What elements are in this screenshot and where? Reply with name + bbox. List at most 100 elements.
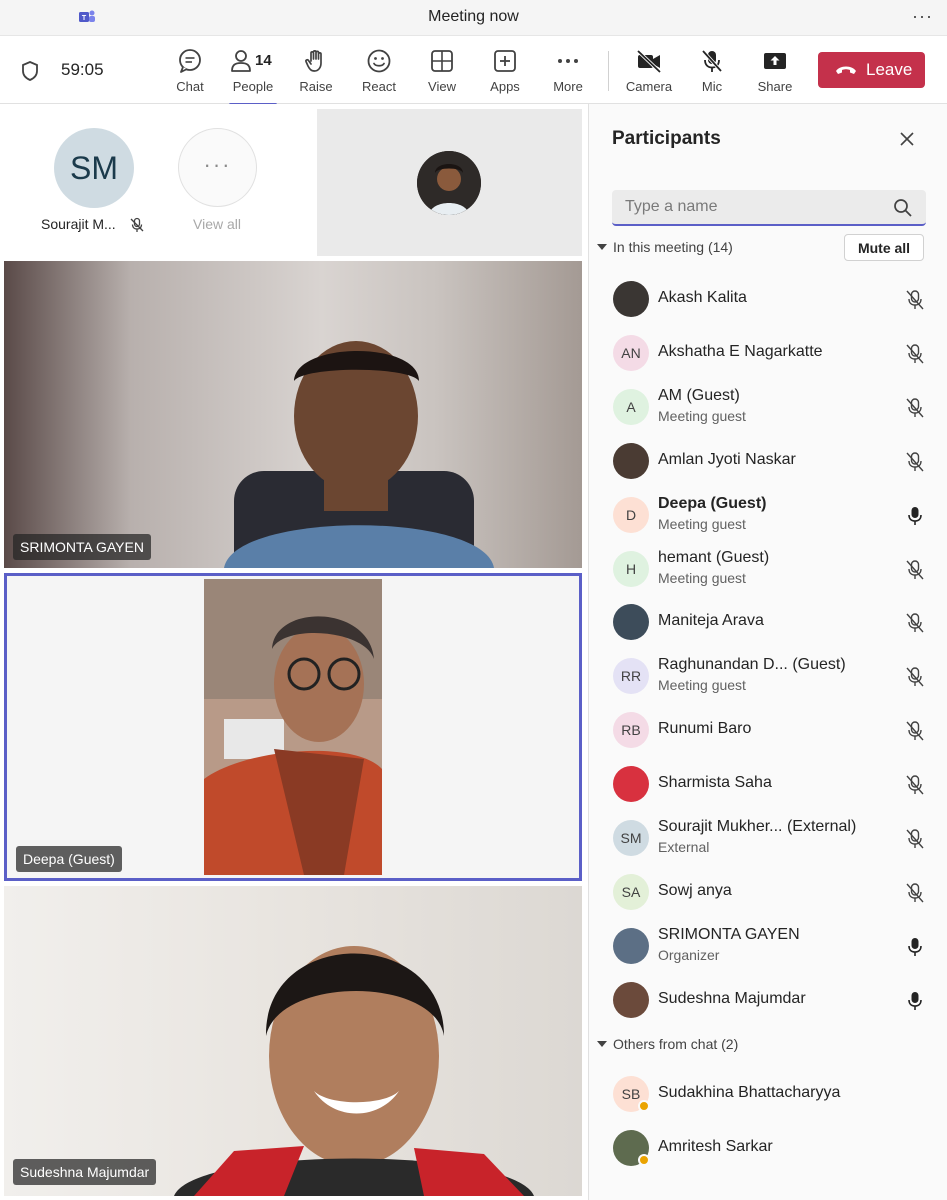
participant-name: AM (Guest) bbox=[658, 386, 740, 404]
mic-muted-icon[interactable] bbox=[904, 289, 926, 311]
participant-name: Sourajit M... bbox=[41, 216, 116, 232]
mic-muted-icon[interactable] bbox=[904, 343, 926, 365]
participant-name: Sudeshna Majumdar bbox=[658, 989, 806, 1007]
participant-row[interactable]: AN Akshatha E Nagarkatte bbox=[589, 327, 947, 379]
shield-icon[interactable] bbox=[20, 60, 40, 82]
raise-hand-button[interactable]: Raise bbox=[286, 46, 346, 100]
participant-video bbox=[204, 579, 382, 875]
participant-name: SRIMONTA GAYEN bbox=[658, 925, 800, 943]
mic-muted-icon[interactable] bbox=[904, 451, 926, 473]
participant-row[interactable]: Maniteja Arava bbox=[589, 596, 947, 648]
mic-muted-icon[interactable] bbox=[904, 882, 926, 904]
chevron-down-icon bbox=[597, 244, 607, 250]
participant-row[interactable]: RR Raghunandan D... (Guest) Meeting guest bbox=[589, 650, 947, 702]
hand-icon bbox=[305, 50, 322, 72]
people-button[interactable]: 14 People bbox=[223, 46, 283, 106]
in-meeting-label: In this meeting (14) bbox=[613, 239, 733, 255]
participant-row[interactable]: SM Sourajit Mukher... (External) External bbox=[589, 812, 947, 864]
participant-row[interactable]: RB Runumi Baro bbox=[589, 704, 947, 756]
self-video-tile[interactable] bbox=[317, 109, 582, 256]
participant-avatar bbox=[613, 927, 649, 964]
camera-button[interactable]: Camera bbox=[619, 46, 679, 100]
react-button[interactable]: React bbox=[349, 46, 409, 100]
participant-avatar: SM bbox=[613, 820, 649, 856]
participant-row[interactable]: A AM (Guest) Meeting guest bbox=[589, 381, 947, 433]
mic-on-icon[interactable] bbox=[904, 936, 926, 958]
mic-on-icon[interactable] bbox=[904, 505, 926, 527]
video-stage: SM Sourajit M... ··· View all SRIMONTA G… bbox=[0, 104, 588, 1200]
mic-muted-icon[interactable] bbox=[904, 774, 926, 796]
participant-avatar bbox=[613, 604, 649, 641]
mic-muted-icon[interactable] bbox=[904, 666, 926, 688]
video-tile-deepa[interactable]: Deepa (Guest) bbox=[4, 573, 582, 881]
participant-name: Amlan Jyoti Naskar bbox=[658, 450, 796, 468]
meeting-toolbar: 59:05 Chat 14 People Raise React View Ap… bbox=[0, 36, 947, 106]
participant-name: Raghunandan D... (Guest) bbox=[658, 656, 846, 674]
meeting-timer: 59:05 bbox=[61, 60, 104, 79]
participant-name: Sudakhina Bhattacharyya bbox=[658, 1084, 841, 1101]
participant-row[interactable]: Amlan Jyoti Naskar bbox=[589, 435, 947, 487]
leave-button[interactable]: Leave bbox=[818, 52, 925, 88]
search-icon[interactable] bbox=[893, 198, 913, 218]
react-label: React bbox=[362, 79, 396, 94]
participant-name: Deepa (Guest) bbox=[658, 494, 767, 512]
participants-panel: Participants In this meeting (14) Mute a… bbox=[588, 104, 947, 1200]
tile-name-badge: SRIMONTA GAYEN bbox=[13, 534, 151, 560]
away-status-icon bbox=[638, 1154, 650, 1166]
participant-avatar: AN bbox=[613, 334, 649, 371]
leave-label: Leave bbox=[866, 60, 913, 79]
grid-view-icon bbox=[431, 50, 453, 72]
apps-button[interactable]: Apps bbox=[475, 46, 535, 100]
mic-muted-icon[interactable] bbox=[904, 612, 926, 634]
participant-avatar: A bbox=[613, 388, 649, 425]
participant-row[interactable]: Sudeshna Majumdar bbox=[589, 974, 947, 1026]
participant-row[interactable]: Akash Kalita bbox=[589, 273, 947, 325]
mic-on-icon[interactable] bbox=[904, 990, 926, 1012]
participant-row[interactable]: Hhemant (Guest) Meeting guest bbox=[589, 543, 947, 595]
search-input[interactable] bbox=[625, 198, 885, 216]
video-tile-srimonta[interactable]: SRIMONTA GAYEN bbox=[4, 261, 582, 568]
video-tile-sudeshna[interactable]: Sudeshna Majumdar bbox=[4, 886, 582, 1196]
mic-muted-icon[interactable] bbox=[904, 559, 926, 581]
chat-member-row[interactable]: Amritesh Sarkar bbox=[589, 1122, 947, 1174]
share-button[interactable]: Share bbox=[745, 46, 805, 100]
add-app-icon bbox=[494, 50, 516, 72]
participant-name: hemant (Guest) bbox=[658, 548, 770, 566]
mic-muted-icon[interactable] bbox=[904, 720, 926, 742]
self-avatar bbox=[417, 151, 481, 215]
participant-avatar bbox=[613, 766, 649, 803]
mic-off-icon bbox=[701, 49, 723, 73]
participant-video bbox=[174, 946, 534, 1196]
camera-label: Camera bbox=[625, 79, 673, 94]
participant-avatar[interactable]: SM bbox=[54, 128, 134, 208]
window-title: Meeting now bbox=[428, 8, 519, 25]
mic-muted-icon[interactable] bbox=[904, 828, 926, 850]
more-options-icon[interactable]: ··· bbox=[912, 6, 933, 27]
mute-all-button[interactable]: Mute all bbox=[844, 234, 924, 261]
chat-button[interactable]: Chat bbox=[160, 46, 220, 100]
people-count-badge: 14 bbox=[255, 52, 272, 69]
close-icon[interactable] bbox=[898, 130, 916, 148]
more-button[interactable]: More bbox=[538, 46, 598, 100]
participant-avatar: H bbox=[613, 550, 649, 587]
hang-up-icon bbox=[836, 66, 856, 74]
others-header[interactable]: Others from chat (2) bbox=[597, 1036, 738, 1052]
chat-member-row[interactable]: SB Sudakhina Bhattacharyya bbox=[589, 1068, 947, 1120]
participant-avatar: D bbox=[613, 496, 649, 533]
mic-button[interactable]: Mic bbox=[682, 46, 742, 100]
chevron-down-icon bbox=[597, 1041, 607, 1047]
view-button[interactable]: View bbox=[412, 46, 472, 100]
participant-row[interactable]: D Deepa (Guest) Meeting guest bbox=[589, 489, 947, 541]
participant-row[interactable]: SRIMONTA GAYEN Organizer bbox=[589, 920, 947, 972]
participant-row[interactable]: SA Sowj anya bbox=[589, 866, 947, 918]
others-label: Others from chat (2) bbox=[613, 1036, 739, 1052]
participant-video bbox=[224, 341, 494, 568]
participant-search bbox=[612, 190, 926, 226]
participant-role: Organizer bbox=[658, 946, 720, 963]
participant-row[interactable]: Sharmista Saha bbox=[589, 758, 947, 810]
mic-muted-icon[interactable] bbox=[904, 397, 926, 419]
in-meeting-header[interactable]: In this meeting (14) bbox=[597, 239, 733, 255]
tile-name-badge: Sudeshna Majumdar bbox=[13, 1159, 157, 1185]
view-all-button[interactable]: ··· bbox=[178, 128, 257, 207]
participant-name: Sharmista Saha bbox=[658, 774, 772, 792]
